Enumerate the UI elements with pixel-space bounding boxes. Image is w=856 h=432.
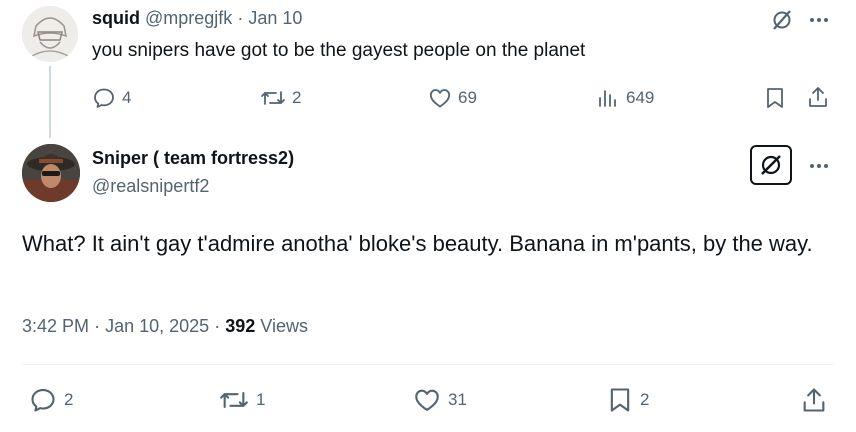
views-number[interactable]: 392 [225, 316, 255, 336]
reply-like-button[interactable]: 69 [428, 86, 477, 110]
repost-icon [260, 86, 286, 110]
meta-separator: · [214, 316, 221, 336]
heart-icon [412, 386, 442, 414]
meta-separator: · [94, 316, 101, 336]
repost-count: 2 [292, 88, 302, 107]
reply-repost-button[interactable]: 2 [260, 86, 301, 110]
main-text: What? It ain't gay t'admire anotha' blok… [22, 231, 813, 256]
main-time[interactable]: 3:42 PM [22, 316, 89, 336]
reply-separator: · [237, 8, 244, 28]
reply-handle[interactable]: @mpregjfk [145, 8, 232, 28]
reply-display-name[interactable]: squid [92, 8, 140, 28]
bookmark-count: 2 [640, 390, 650, 409]
views-icon [596, 86, 620, 110]
grok-button[interactable] [750, 145, 792, 185]
main-like-button[interactable]: 31 [412, 386, 467, 414]
main-more-icon[interactable] [808, 156, 830, 176]
views-count: 649 [626, 88, 655, 107]
grok-icon [758, 152, 784, 178]
reply-views-button[interactable]: 649 [596, 86, 654, 110]
more-icon[interactable] [808, 10, 830, 30]
views-label: Views [260, 316, 308, 336]
bookmark-icon[interactable] [764, 86, 786, 110]
share-icon[interactable] [806, 85, 830, 109]
main-bookmark-button[interactable]: 2 [606, 386, 649, 414]
reply-text: you snipers have got to be the gayest pe… [92, 40, 586, 61]
main-meta: 3:42 PM · Jan 10, 2025 · 392 Views [22, 316, 308, 337]
grok-icon[interactable] [770, 8, 794, 32]
repost-count: 1 [256, 390, 266, 409]
share-icon[interactable] [800, 386, 828, 414]
squid-avatar[interactable] [22, 6, 78, 62]
main-display-name[interactable]: Sniper ( team fortress2) [92, 148, 294, 169]
divider [22, 364, 834, 365]
heart-icon [428, 86, 452, 110]
reply-count: 4 [122, 88, 132, 107]
like-count: 69 [458, 88, 477, 107]
repost-icon [218, 386, 250, 414]
main-repost-button[interactable]: 1 [218, 386, 265, 414]
like-count: 31 [448, 390, 467, 409]
reply-replies-button[interactable]: 4 [92, 86, 131, 110]
bookmark-icon [606, 386, 634, 414]
sniper-avatar[interactable] [22, 144, 80, 202]
main-date[interactable]: Jan 10, 2025 [105, 316, 209, 336]
reply-icon [28, 386, 58, 414]
reply-date[interactable]: Jan 10 [248, 8, 302, 28]
reply-icon [92, 86, 116, 110]
thread-line [49, 66, 51, 138]
main-replies-button[interactable]: 2 [28, 386, 73, 414]
reply-count: 2 [64, 390, 74, 409]
main-handle[interactable]: @realsnipertf2 [92, 176, 209, 197]
reply-header: squid @mpregjfk · Jan 10 [92, 8, 302, 29]
